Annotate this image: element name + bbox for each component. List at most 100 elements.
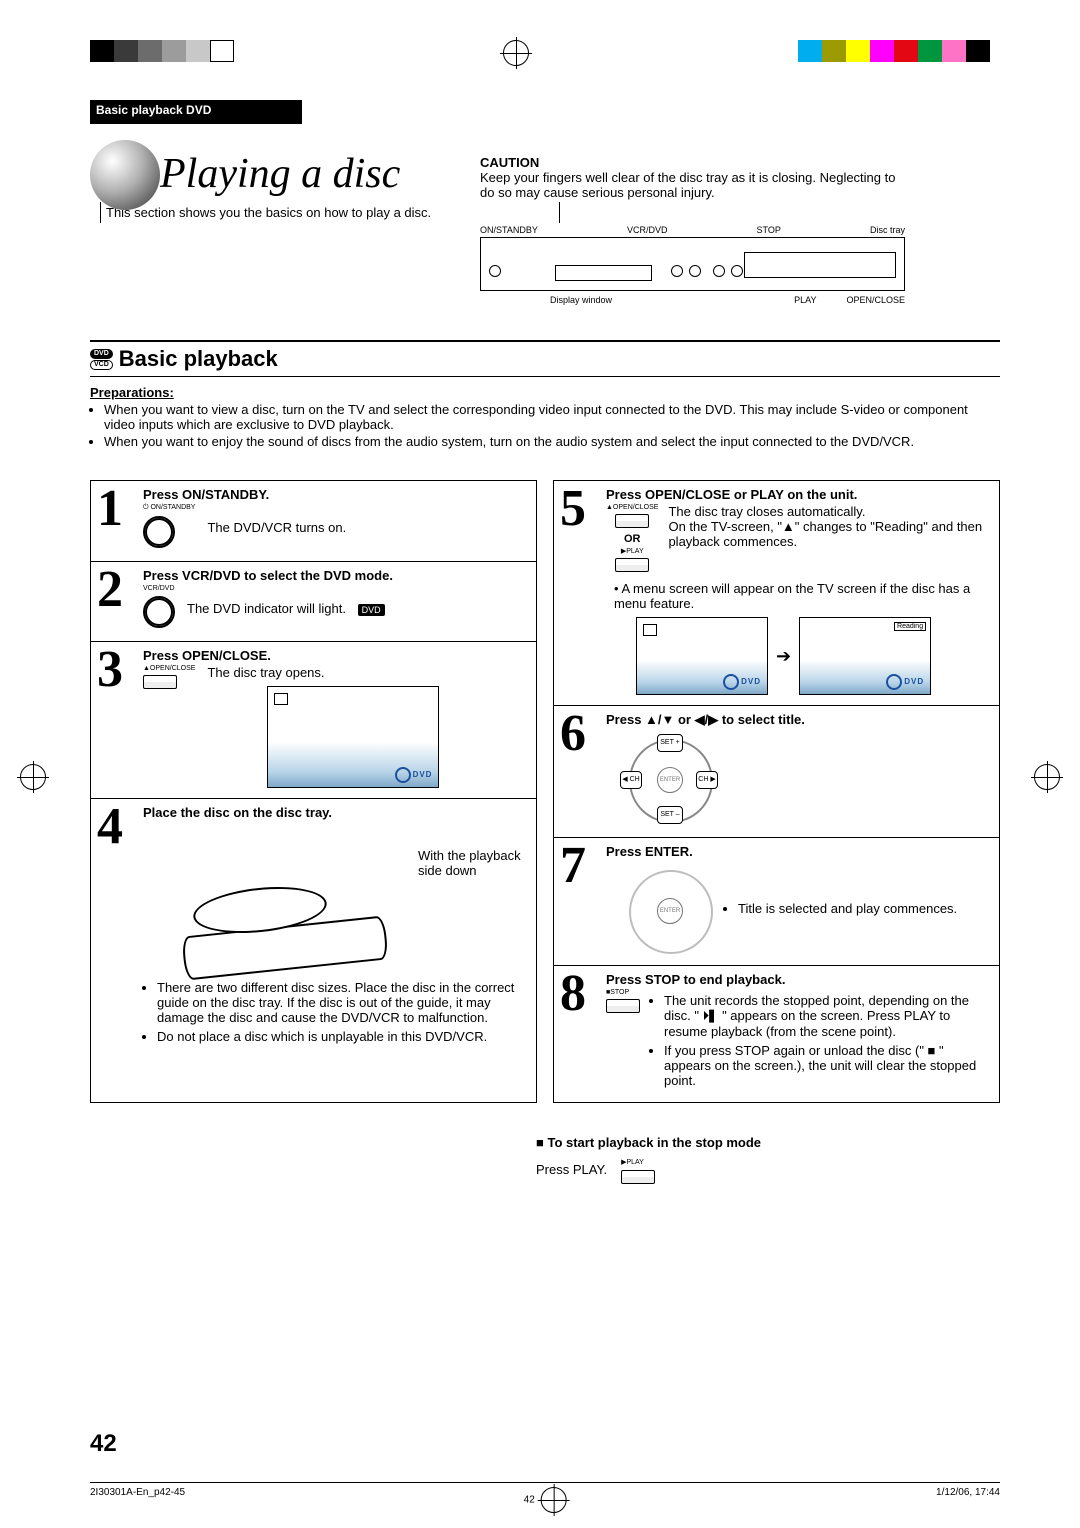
- step-title: Place the disc on the disc tray.: [143, 805, 528, 820]
- diagram-label: PLAY: [794, 295, 816, 305]
- step-6: 6 Press ▲/▼ or ◀/▶ to select title. SET …: [554, 706, 999, 838]
- step-body: On the TV-screen, "▲" changes to "Readin…: [668, 519, 991, 549]
- step-title: Press ▲/▼ or ◀/▶ to select title.: [606, 712, 991, 728]
- prep-item: When you want to view a disc, turn on th…: [104, 402, 1000, 432]
- reading-badge: Reading: [894, 622, 926, 631]
- step-number: 5: [560, 487, 600, 695]
- steps-left: 1 Press ON/STANDBY. ⏻ ON/STANDBY The DVD…: [90, 480, 537, 1103]
- step-bullet: The unit records the stopped point, depe…: [664, 993, 991, 1039]
- step-body: The DVD/VCR turns on.: [207, 520, 346, 535]
- step-bullet: Do not place a disc which is unplayable …: [157, 1029, 528, 1044]
- crosshair-icon: [540, 1487, 566, 1513]
- step-title: Press VCR/DVD to select the DVD mode.: [143, 568, 528, 583]
- place-disc-illustration: [183, 830, 403, 970]
- caution-text: Keep your fingers well clear of the disc…: [480, 170, 900, 200]
- sphere-icon: [90, 140, 160, 210]
- crosshair-icon: [1034, 764, 1060, 790]
- registration-marks: [0, 40, 1080, 80]
- resume-body: Press PLAY.: [536, 1162, 607, 1177]
- eject-icon: [643, 624, 657, 636]
- section-title: DVD VCD Basic playback: [90, 340, 1000, 377]
- steps-columns: 1 Press ON/STANDBY. ⏻ ON/STANDBY The DVD…: [90, 480, 1000, 1103]
- step-body: With the playback side down: [418, 822, 528, 976]
- enter-button-icon: ENTER: [657, 898, 683, 924]
- step-title: Press OPEN/CLOSE or PLAY on the unit.: [606, 487, 991, 502]
- step-bullet: If you press STOP again or unload the di…: [664, 1043, 991, 1088]
- pad-down: SET –: [657, 806, 683, 824]
- arrow-right-icon: ➔: [776, 646, 791, 667]
- or-label: OR: [606, 533, 658, 545]
- step-title: Press STOP to end playback.: [606, 972, 991, 987]
- step-7: 7 Press ENTER. ENTER Title is selected a…: [554, 838, 999, 966]
- step-body: The disc tray closes automatically.: [668, 504, 991, 519]
- direction-pad-icon: ENTER: [624, 865, 714, 955]
- footer-page: 42: [524, 1495, 535, 1506]
- diagram-label: Disc tray: [870, 225, 905, 235]
- disc-tray-icon: [744, 252, 896, 278]
- play-button-icon: [615, 558, 649, 572]
- step-number: 2: [97, 568, 137, 631]
- manual-page: Basic playback DVD Playing a disc This s…: [0, 0, 1080, 1528]
- button-icon: [731, 265, 743, 277]
- preparations: Preparations: When you want to view a di…: [90, 385, 1000, 451]
- step-1: 1 Press ON/STANDBY. ⏻ ON/STANDBY The DVD…: [91, 481, 536, 562]
- tv-screen-mock: DVD: [636, 617, 768, 695]
- open-close-button-icon: [143, 675, 177, 689]
- pad-up: SET +: [657, 734, 683, 752]
- button-icon: [689, 265, 701, 277]
- diagram-label: STOP: [757, 225, 781, 235]
- stop-button-icon: [606, 999, 640, 1013]
- dvd-logo: DVD: [395, 767, 433, 783]
- resume-block: ■ To start playback in the stop mode Pre…: [536, 1125, 1000, 1187]
- footer-date: 1/12/06, 17:44: [936, 1487, 1000, 1498]
- step-bullet: A menu screen will appear on the TV scre…: [614, 581, 970, 611]
- diagram-label: Display window: [550, 295, 612, 305]
- step-body: The disc tray opens.: [207, 665, 528, 680]
- diagram-label: OPEN/CLOSE: [846, 295, 905, 305]
- button-label: ⏻ ON/STANDBY: [143, 504, 195, 512]
- power-button-icon: [489, 265, 501, 277]
- step-2: 2 Press VCR/DVD to select the DVD mode. …: [91, 562, 536, 642]
- step-number: 4: [97, 805, 137, 1048]
- dvd-badge: DVD: [90, 349, 113, 359]
- tv-screen-mock: DVD: [267, 686, 439, 788]
- step-title: Press OPEN/CLOSE.: [143, 648, 528, 663]
- step-title: Press ON/STANDBY.: [143, 487, 528, 502]
- crosshair-icon: [503, 40, 529, 66]
- device-diagram: ON/STANDBY VCR/DVD STOP Disc tray Displa…: [480, 225, 905, 305]
- color-bar-right: [798, 40, 990, 62]
- basic-playback-title: Basic playback: [119, 346, 278, 372]
- standby-button-icon: [143, 516, 175, 548]
- button-label: ▶PLAY: [621, 1159, 644, 1166]
- play-button-icon: [621, 1170, 655, 1184]
- prep-item: When you want to enjoy the sound of disc…: [104, 434, 1000, 449]
- button-label: VCR/DVD: [143, 585, 175, 592]
- step-number: 1: [97, 487, 137, 551]
- dvd-logo: DVD: [886, 674, 924, 690]
- diagram-label: ON/STANDBY: [480, 225, 538, 235]
- step-4: 4 Place the disc on the disc tray. With …: [91, 799, 536, 1058]
- step-bullet: Title is selected and play commences.: [738, 901, 991, 916]
- color-bar-left: [90, 40, 234, 62]
- step-8: 8 Press STOP to end playback. ■STOP The …: [554, 966, 999, 1102]
- steps-right: 5 Press OPEN/CLOSE or PLAY on the unit. …: [553, 480, 1000, 1103]
- button-label: ▲OPEN/CLOSE: [606, 504, 658, 511]
- resume-heading: ■ To start playback in the stop mode: [536, 1135, 1000, 1150]
- pad-right: CH ▶: [696, 771, 718, 789]
- pad-left: ◀ CH: [620, 771, 642, 789]
- step-number: 6: [560, 712, 600, 827]
- page-number: 42: [90, 1430, 117, 1458]
- button-icon: [713, 265, 725, 277]
- crosshair-icon: [20, 764, 46, 790]
- tv-screen-mock: Reading DVD: [799, 617, 931, 695]
- dvd-logo: DVD: [723, 674, 761, 690]
- vcd-badge: VCD: [90, 360, 113, 370]
- footer-filename: 2I30301A-En_p42-45: [90, 1487, 185, 1498]
- button-label: ■STOP: [606, 989, 640, 996]
- step-title: Press ENTER.: [606, 844, 991, 859]
- step-3: 3 Press OPEN/CLOSE. ▲OPEN/CLOSE The disc…: [91, 642, 536, 799]
- caution-label: CAUTION: [480, 155, 900, 170]
- button-label: ▲OPEN/CLOSE: [143, 665, 195, 672]
- vcr-dvd-button-icon: [143, 596, 175, 628]
- pad-center: ENTER: [657, 767, 683, 793]
